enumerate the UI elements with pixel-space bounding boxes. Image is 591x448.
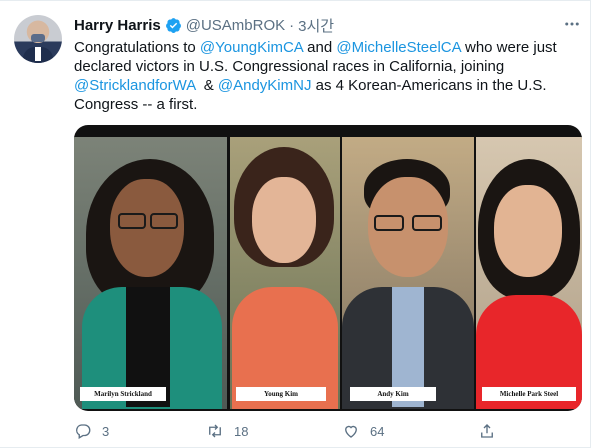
more-icon[interactable] (562, 15, 582, 35)
portrait-panel: Marilyn Strickland (74, 137, 227, 409)
reply-count: 3 (102, 423, 110, 439)
reply-icon (76, 424, 91, 439)
mention-link[interactable]: @MichelleSteelCA (336, 39, 460, 56)
text-segment: and (303, 39, 337, 56)
author-name[interactable]: Harry Harris (74, 17, 161, 34)
photo-caption: Marilyn Strickland (80, 387, 166, 401)
tweet-actions: 3 18 64 (74, 421, 514, 441)
avatar[interactable] (14, 15, 62, 63)
tweet-photo[interactable]: Marilyn Strickland Young Kim Andy Kim Mi… (74, 125, 582, 411)
mention-link[interactable]: @YoungKimCA (200, 39, 303, 56)
like-count: 64 (370, 423, 385, 439)
photo-caption: Andy Kim (350, 387, 436, 401)
portrait-panel: Michelle Park Steel (476, 137, 582, 409)
photo-caption: Young Kim (236, 387, 326, 401)
portrait-panel: Young Kim (230, 137, 340, 409)
verified-badge-icon (165, 17, 181, 33)
text-segment: Congratulations to (74, 39, 200, 56)
mention-link[interactable]: @AndyKimNJ (218, 77, 312, 94)
retweet-button[interactable]: 18 (206, 421, 248, 441)
share-button[interactable] (478, 421, 496, 441)
retweet-icon (209, 424, 221, 438)
photo-caption: Michelle Park Steel (482, 387, 576, 401)
portrait-panel: Andy Kim (342, 137, 474, 409)
timestamp[interactable]: 3시간 (298, 15, 334, 36)
tweet-text: Congratulations to @YoungKimCA and @Mich… (74, 38, 574, 114)
reply-button[interactable]: 3 (74, 421, 109, 441)
like-icon (345, 425, 357, 438)
like-button[interactable]: 64 (342, 421, 384, 441)
retweet-count: 18 (234, 423, 249, 439)
tweet-card[interactable]: Harry Harris @USAmbROK · 3시간 Congratulat… (0, 0, 591, 448)
author-handle[interactable]: @USAmbROK (186, 17, 285, 34)
tweet-header: Harry Harris @USAmbROK · 3시간 (74, 15, 334, 35)
text-segment: & (195, 77, 218, 94)
separator: · (289, 16, 295, 34)
mention-link[interactable]: @StricklandforWA (74, 77, 195, 94)
share-icon (481, 424, 493, 438)
